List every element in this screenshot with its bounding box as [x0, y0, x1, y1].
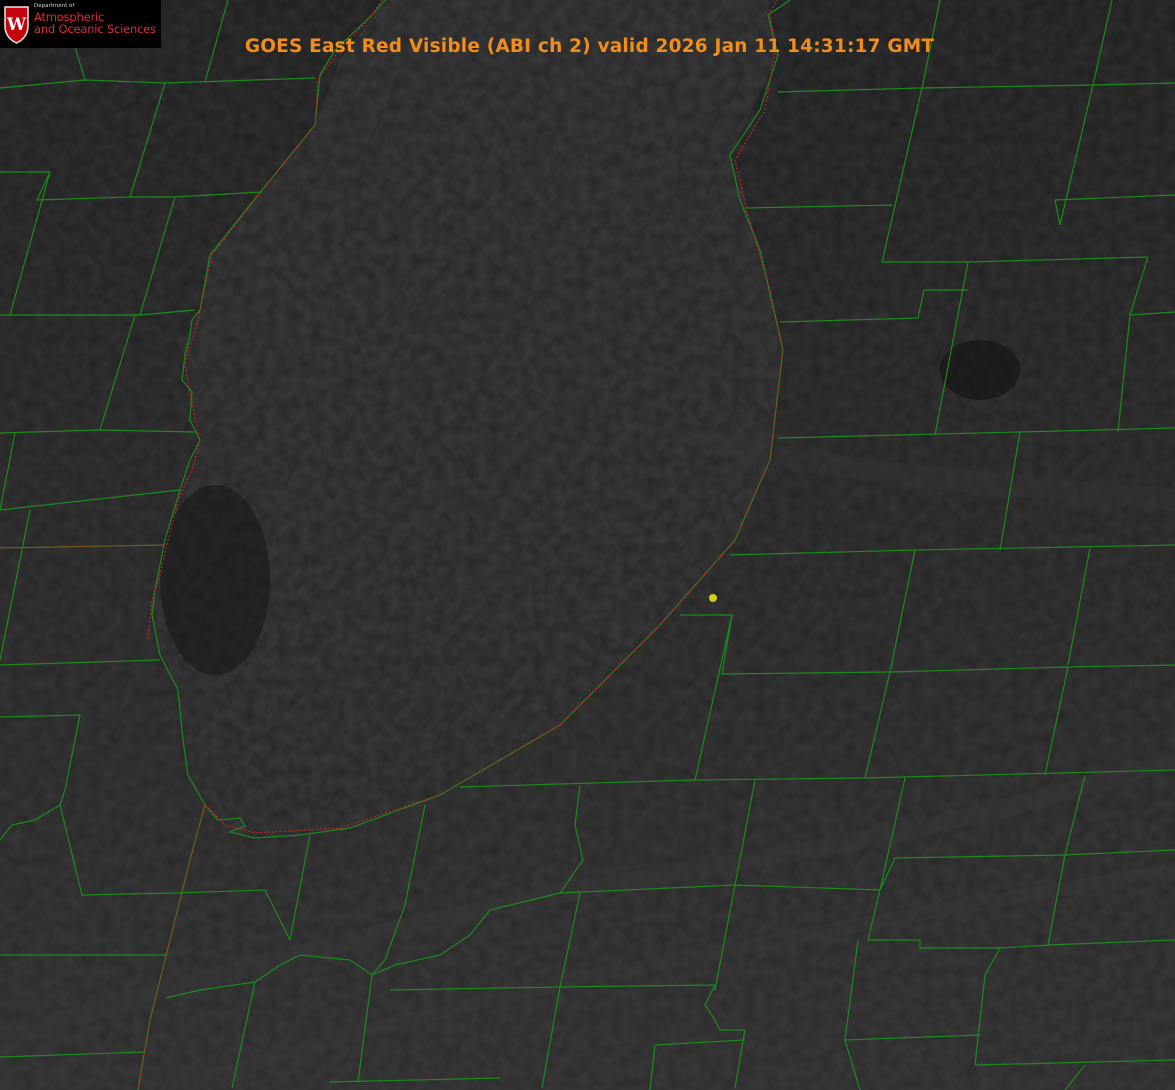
svg-text:W: W — [6, 15, 27, 35]
satellite-map — [0, 0, 1175, 1090]
image-title: GOES East Red Visible (ABI ch 2) valid 2… — [244, 36, 935, 57]
logo-line-2: and Oceanic Sciences — [34, 21, 156, 36]
satellite-image-viewer: W Department of Atmospheric and Oceanic … — [0, 0, 1175, 1090]
logo-department: Department of — [34, 3, 75, 9]
logo-wordmark: Department of Atmospheric and Oceanic Sc… — [34, 3, 156, 36]
site-marker — [709, 594, 717, 602]
dark-land-patch — [160, 485, 270, 675]
